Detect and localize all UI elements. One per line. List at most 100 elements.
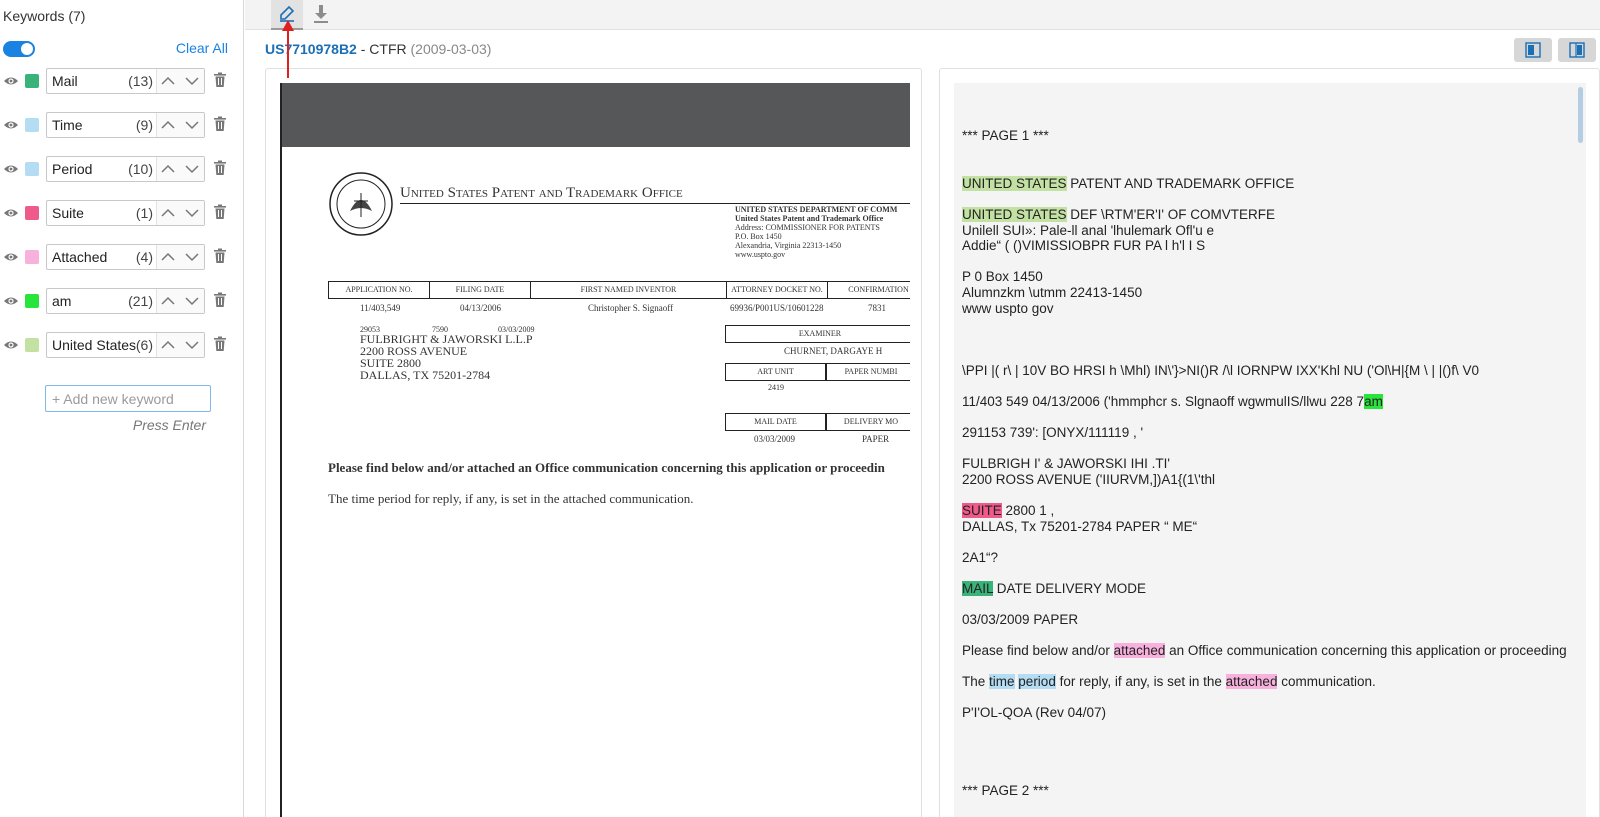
scan-paragraph: The time period for reply, if any, is se…: [328, 491, 694, 506]
keyword-field[interactable]: Suite (1): [46, 200, 205, 226]
chevron-down-icon[interactable]: [185, 295, 199, 307]
document-type: - CTFR: [356, 41, 411, 57]
keyword-highlight[interactable]: am: [1364, 394, 1383, 409]
dept-line: Alexandria, Virginia 22313-1450: [735, 241, 842, 250]
trash-icon[interactable]: [213, 160, 227, 176]
chevron-up-icon[interactable]: [161, 295, 175, 307]
ocr-line: MAIL DATE DELIVERY MODE: [962, 581, 1146, 596]
office-rule: [400, 203, 910, 204]
office-name: United States Patent and Trademark Offic…: [400, 185, 683, 201]
keyword-field[interactable]: United States (6): [46, 332, 205, 358]
keyword-color-swatch[interactable]: [25, 118, 39, 132]
keyword-highlight[interactable]: attached: [1225, 674, 1278, 689]
chevron-down-icon[interactable]: [185, 75, 199, 87]
keyword-color-swatch[interactable]: [25, 162, 39, 176]
page-marker: *** PAGE 2 ***: [962, 783, 1049, 798]
keyword-label: am: [52, 293, 72, 309]
eye-icon[interactable]: [3, 161, 19, 177]
keyword-color-swatch[interactable]: [25, 206, 39, 220]
application-info-table: APPLICATION NO. FILING DATE FIRST NAMED …: [328, 281, 910, 299]
new-keyword-input[interactable]: [45, 385, 211, 412]
clear-all-button[interactable]: Clear All: [176, 40, 228, 56]
keyword-row: Mail (13): [0, 68, 244, 94]
dept-line: Address: COMMISSIONER FOR PATENTS: [735, 223, 880, 232]
trash-icon[interactable]: [213, 248, 227, 264]
ocr-line: Please find below and/or attached an Off…: [962, 643, 1567, 658]
trash-icon[interactable]: [213, 116, 227, 132]
ocr-text: DEF \RTM'ER'I' OF COMVTERFE: [1066, 207, 1276, 222]
keyword-color-swatch[interactable]: [25, 74, 39, 88]
single-pane-view-button[interactable]: [1514, 38, 1552, 62]
ocr-line: 291153 739': [ONYX/111119 , ': [962, 425, 1144, 440]
chevron-down-icon[interactable]: [185, 163, 199, 175]
trash-icon[interactable]: [213, 204, 227, 220]
table-cell: 04/13/2006: [460, 303, 502, 313]
highlight-toggle[interactable]: [3, 41, 35, 57]
dept-line: P.O. Box 1450: [735, 232, 782, 241]
keyword-highlight[interactable]: UNITED STATES: [962, 176, 1067, 191]
scanned-page: United States Patent and Trademark Offic…: [280, 83, 910, 817]
keyword-count: (9): [135, 117, 153, 133]
eye-icon[interactable]: [3, 205, 19, 221]
ocr-line: P'I'OL-QOA (Rev 04/07): [962, 705, 1106, 720]
keyword-color-swatch[interactable]: [25, 338, 39, 352]
ocr-scrollbar[interactable]: [1578, 87, 1583, 143]
keyword-count: (10): [128, 161, 153, 177]
chevron-up-icon[interactable]: [161, 339, 175, 351]
eye-icon[interactable]: [3, 117, 19, 133]
keyword-field[interactable]: Attached (4): [46, 244, 205, 270]
ocr-line: www uspto gov: [962, 301, 1054, 316]
keyword-row: United States (6): [0, 332, 244, 358]
trash-icon[interactable]: [213, 292, 227, 308]
chevron-up-icon[interactable]: [161, 119, 175, 131]
chevron-up-icon[interactable]: [161, 207, 175, 219]
keyword-field[interactable]: Mail (13): [46, 68, 205, 94]
chevron-down-icon[interactable]: [185, 339, 199, 351]
trash-icon[interactable]: [213, 72, 227, 88]
correspondence-address: FULBRIGHT & JAWORSKI L.L.P 2200 ROSS AVE…: [360, 332, 533, 382]
keyword-field[interactable]: Period (10): [46, 156, 205, 182]
chevron-down-icon[interactable]: [185, 251, 199, 263]
keyword-navigation: [156, 333, 204, 357]
keyword-navigation: [156, 113, 204, 137]
chevron-up-icon[interactable]: [161, 75, 175, 87]
eye-icon[interactable]: [3, 293, 19, 309]
eye-icon[interactable]: [3, 249, 19, 265]
split-pane-view-button[interactable]: [1558, 38, 1596, 62]
ocr-line: P 0 Box 1450: [962, 269, 1043, 284]
keyword-label: Period: [52, 161, 93, 177]
download-button[interactable]: [309, 2, 333, 26]
ocr-line: Addie“ ( ()VIMISSIOBPR FUR PA l h'l I S: [962, 238, 1206, 253]
keyword-highlight[interactable]: attached: [1113, 643, 1166, 658]
chevron-up-icon[interactable]: [161, 163, 175, 175]
keyword-highlight[interactable]: SUITE: [962, 503, 1002, 518]
keyword-navigation: [156, 69, 204, 93]
keyword-field[interactable]: Time (9): [46, 112, 205, 138]
application-values: 11/403,549 04/13/2006 Christopher S. Sig…: [328, 303, 910, 315]
ocr-text: The: [962, 674, 990, 689]
eye-icon[interactable]: [3, 73, 19, 89]
keyword-highlight[interactable]: period: [1018, 674, 1056, 689]
trash-icon[interactable]: [213, 336, 227, 352]
keyword-highlight[interactable]: UNITED STATES: [962, 207, 1067, 222]
examiner-label: EXAMINER: [725, 325, 910, 343]
keyword-count: (4): [135, 249, 153, 265]
keyword-highlight[interactable]: time: [989, 674, 1015, 689]
keyword-color-swatch[interactable]: [25, 294, 39, 308]
ocr-text-pane[interactable]: *** PAGE 1 *** UNITED STATES PATENT AND …: [939, 68, 1600, 817]
keyword-field[interactable]: am (21): [46, 288, 205, 314]
ocr-line: 11/403 549 04/13/2006 ('hmmphcr s. Slgna…: [962, 394, 1383, 409]
layout-single-icon: [1525, 42, 1541, 58]
keyword-highlight[interactable]: MAIL: [962, 581, 994, 596]
eye-icon[interactable]: [3, 337, 19, 353]
keyword-count: (1): [135, 205, 153, 221]
patent-number-link[interactable]: US7710978B2: [265, 41, 357, 57]
chevron-up-icon[interactable]: [161, 251, 175, 263]
keyword-navigation: [156, 245, 204, 269]
keyword-color-swatch[interactable]: [25, 250, 39, 264]
chevron-down-icon[interactable]: [185, 207, 199, 219]
scanned-image-pane[interactable]: United States Patent and Trademark Offic…: [265, 68, 922, 817]
chevron-down-icon[interactable]: [185, 119, 199, 131]
ocr-line: UNITED STATES DEF \RTM'ER'I' OF COMVTERF…: [962, 207, 1275, 222]
keyword-navigation: [156, 289, 204, 313]
